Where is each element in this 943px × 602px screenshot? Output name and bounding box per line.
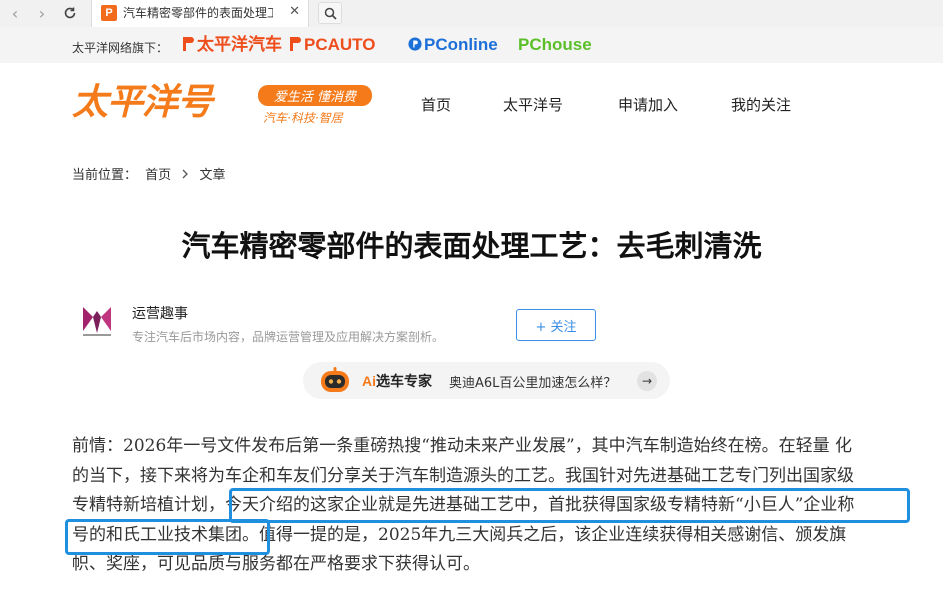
back-icon[interactable]: ‹	[4, 2, 26, 24]
slogan-subtitle: 汽车·科技·智居	[263, 111, 343, 125]
nav-apply-join[interactable]: 申请加入	[618, 94, 678, 115]
article-title: 汽车精密零部件的表面处理工艺：去毛刺清洗	[181, 229, 762, 263]
arrow-right-icon[interactable]: →	[637, 371, 657, 391]
paragraph-line: 的当下，接下来将为车企和车友们分享关于汽车制造源头的工艺。我国针对先进基础工艺专…	[72, 465, 854, 486]
nav-taipingyanghao[interactable]: 太平洋号	[503, 94, 563, 115]
tab-title: 汽车精密零部件的表面处理工艺	[123, 6, 273, 20]
article-paragraph: 前情：2026年一号文件发布后第一条重磅热搜“推动未来产业发展”，其中汽车制造始…	[72, 432, 912, 580]
reload-icon[interactable]	[59, 2, 81, 24]
ai-brand-label: Ai选车专家	[362, 373, 432, 390]
site-header: 太平洋号 爱生活 懂消费 汽车·科技·智居 首页 太平洋号 申请加入 我的关注	[0, 63, 943, 143]
slogan-badge: 爱生活 懂消费	[258, 85, 372, 106]
ai-suggested-question[interactable]: 奥迪A6L百公里加速怎么样？	[449, 372, 616, 391]
pconline-logo[interactable]: PConline	[408, 35, 498, 55]
author-avatar[interactable]	[79, 303, 115, 339]
chevron-right-icon	[181, 168, 189, 183]
forward-icon[interactable]: ›	[31, 2, 53, 24]
pcauto-mark-icon	[183, 37, 194, 51]
pconline-mark-icon	[408, 37, 422, 51]
browser-tab[interactable]: P 汽车精密零部件的表面处理工艺 ✕	[91, 0, 309, 27]
ai-car-expert-bar[interactable]: Ai选车专家 奥迪A6L百公里加速怎么样？ →	[303, 362, 670, 399]
site-logo[interactable]: 太平洋号	[72, 81, 213, 125]
pchouse-logo[interactable]: PChouse	[518, 35, 592, 55]
breadcrumb-current: 文章	[199, 168, 226, 183]
search-icon[interactable]	[318, 2, 342, 24]
follow-button[interactable]: + 关注	[516, 309, 596, 341]
site-favicon-icon: P	[101, 5, 117, 21]
breadcrumb: 当前位置： 首页 文章	[72, 164, 225, 183]
author-name[interactable]: 运营趣事	[132, 303, 188, 323]
pcauto-cn-logo[interactable]: 太平洋汽车	[181, 35, 282, 55]
breadcrumb-home[interactable]: 首页	[145, 164, 171, 183]
paragraph-line: 帜、奖座，可见品质与服务都在严格要求下获得认可。	[72, 554, 480, 574]
close-tab-icon[interactable]: ✕	[289, 4, 300, 19]
network-strip: 太平洋网络旗下： 太平洋汽车 PCAUTO PConline PChouse	[0, 27, 943, 63]
paragraph-line: 专精特新培植计划，今天介绍的这家企业就是先进基础工艺中，首批获得国家级专精特新“…	[72, 495, 855, 515]
nav-home[interactable]: 首页	[421, 94, 451, 115]
breadcrumb-label: 当前位置：	[72, 168, 138, 183]
network-label: 太平洋网络旗下：	[72, 41, 169, 55]
paragraph-line: 号的和氏工业技术集团。值得一提的是，2025年九三大阅兵之后，该企业连续获得相关…	[72, 524, 847, 545]
paragraph-line: 前情：2026年一号文件发布后第一条重磅热搜“推动未来产业发展”，其中汽车制造始…	[72, 436, 853, 456]
nav-my-follows[interactable]: 我的关注	[731, 94, 791, 115]
article-body: 前情：2026年一号文件发布后第一条重磅热搜“推动未来产业发展”，其中汽车制造始…	[72, 432, 912, 580]
pcauto-logo[interactable]: PCAUTO	[288, 35, 375, 55]
robot-icon	[319, 367, 351, 394]
author-description: 专注汽车后市场内容，品牌运营管理及应用解决方案剖析。	[132, 330, 445, 344]
pcauto-mark-icon	[290, 37, 301, 51]
browser-tab-strip: ‹ › P 汽车精密零部件的表面处理工艺 ✕	[0, 0, 943, 27]
